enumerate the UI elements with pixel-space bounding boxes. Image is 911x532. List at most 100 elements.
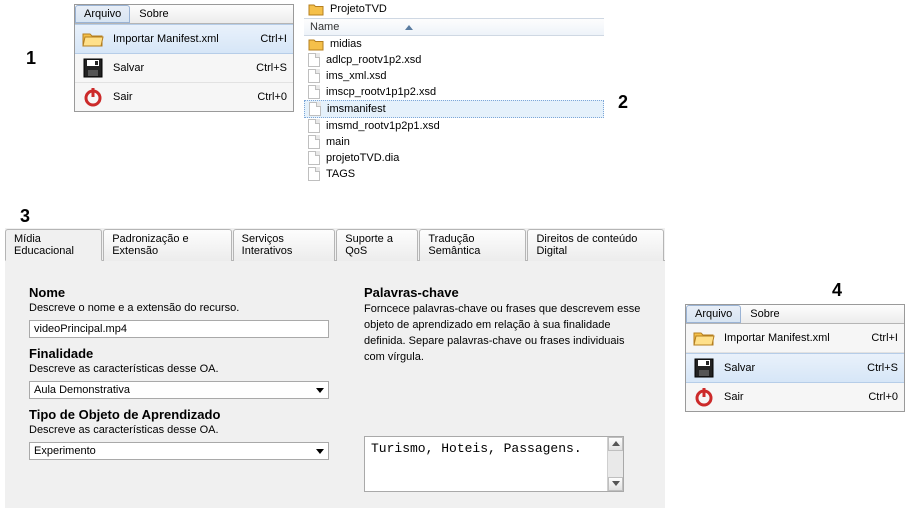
palavras-desc: Forncece palavras-chave ou frases que de…: [364, 302, 641, 366]
file-name: main: [326, 136, 350, 148]
menu-item-import[interactable]: Importar Manifest.xml Ctrl+I: [75, 24, 293, 54]
finalidade-select[interactable]: Aula Demonstrativa: [29, 381, 329, 399]
file-row-folder[interactable]: midias: [304, 36, 604, 52]
file-row[interactable]: TAGS: [304, 166, 604, 182]
section-number-2: 2: [618, 92, 628, 113]
menubar: Arquivo Sobre: [686, 305, 904, 324]
menu-item-exit[interactable]: Sair Ctrl+0: [686, 383, 904, 411]
file-name: ims_xml.xsd: [326, 70, 387, 82]
document-icon: [308, 69, 320, 83]
save-icon: [692, 358, 716, 378]
file-name: midias: [330, 38, 362, 50]
power-icon: [81, 87, 105, 107]
document-icon: [308, 53, 320, 67]
file-row[interactable]: imsmd_rootv1p2p1.xsd: [304, 118, 604, 134]
finalidade-desc: Descreve as características desse OA.: [29, 363, 334, 375]
list-header[interactable]: Name: [304, 18, 604, 36]
document-icon: [309, 102, 321, 116]
menu-tab-arquivo[interactable]: Arquivo: [75, 5, 130, 23]
file-browser: ProjetoTVD Name midias adlcp_rootv1p2.xs…: [304, 0, 604, 182]
menu-item-label: Sair: [724, 391, 860, 403]
menu-item-shortcut: Ctrl+S: [867, 362, 898, 374]
file-name: imsmanifest: [327, 103, 386, 115]
finalidade-value: Aula Demonstrativa: [34, 384, 130, 396]
nome-desc: Descreve o nome e a extensão do recurso.: [29, 302, 334, 314]
save-icon: [81, 58, 105, 78]
tipo-value: Experimento: [34, 445, 96, 457]
menu-item-import[interactable]: Importar Manifest.xml Ctrl+I: [686, 324, 904, 353]
palavras-title: Palavras-chave: [364, 285, 641, 300]
menu-tab-sobre[interactable]: Sobre: [130, 5, 177, 23]
document-icon: [308, 167, 320, 181]
tab-servicos[interactable]: Serviços Interativos: [233, 229, 336, 261]
folder-open-icon: [692, 328, 716, 348]
menu-item-label: Sair: [113, 91, 249, 103]
scroll-up-button[interactable]: [608, 437, 623, 451]
tab-midia[interactable]: Mídia Educacional: [5, 229, 102, 261]
folder-icon: [308, 37, 324, 51]
menu-panel-4: Arquivo Sobre Importar Manifest.xml Ctrl…: [685, 304, 905, 412]
finalidade-title: Finalidade: [29, 346, 334, 361]
menu-item-save[interactable]: Salvar Ctrl+S: [75, 54, 293, 83]
file-row[interactable]: main: [304, 134, 604, 150]
folder-open-icon: [81, 29, 105, 49]
file-name: projetoTVD.dia: [326, 152, 399, 164]
tab-bar: Mídia Educacional Padronização e Extensã…: [5, 228, 665, 261]
document-icon: [308, 135, 320, 149]
section-number-3: 3: [20, 206, 30, 227]
menu-tab-arquivo[interactable]: Arquivo: [686, 305, 741, 323]
tab-padronizacao[interactable]: Padronização e Extensão: [103, 229, 231, 261]
menu-item-label: Importar Manifest.xml: [113, 33, 252, 45]
chevron-down-icon: [316, 449, 324, 454]
path-row[interactable]: ProjetoTVD: [304, 0, 604, 18]
tab-direitos[interactable]: Direitos de conteúdo Digital: [527, 229, 664, 261]
nome-title: Nome: [29, 285, 334, 300]
tab-qos[interactable]: Suporte a QoS: [336, 229, 418, 261]
file-row[interactable]: imscp_rootv1p1p2.xsd: [304, 84, 604, 100]
document-icon: [308, 119, 320, 133]
file-name: adlcp_rootv1p2.xsd: [326, 54, 421, 66]
form-panel: Mídia Educacional Padronização e Extensã…: [5, 228, 665, 508]
tipo-desc: Descreve as características desse OA.: [29, 424, 334, 436]
document-icon: [308, 151, 320, 165]
chevron-down-icon: [316, 388, 324, 393]
file-list: midias adlcp_rootv1p2.xsd ims_xml.xsd im…: [304, 36, 604, 182]
menu-item-label: Salvar: [113, 62, 248, 74]
triangle-down-icon: [612, 481, 620, 486]
file-row[interactable]: adlcp_rootv1p2.xsd: [304, 52, 604, 68]
menu-item-exit[interactable]: Sair Ctrl+0: [75, 83, 293, 111]
tab-traducao[interactable]: Tradução Semântica: [419, 229, 526, 261]
scrollbar[interactable]: [607, 437, 623, 491]
sort-arrow-icon: [405, 25, 413, 30]
triangle-up-icon: [612, 441, 620, 446]
nome-input[interactable]: [29, 320, 329, 338]
menu-item-label: Importar Manifest.xml: [724, 332, 863, 344]
menu-item-shortcut: Ctrl+I: [260, 33, 287, 45]
file-name: imsmd_rootv1p2p1.xsd: [326, 120, 440, 132]
section-number-1: 1: [26, 48, 36, 69]
power-icon: [692, 387, 716, 407]
file-row[interactable]: projetoTVD.dia: [304, 150, 604, 166]
menubar: Arquivo Sobre: [75, 5, 293, 24]
file-name: TAGS: [326, 168, 355, 180]
tipo-title: Tipo de Objeto de Aprendizado: [29, 407, 334, 422]
menu-item-label: Salvar: [724, 362, 859, 374]
file-name: imscp_rootv1p1p2.xsd: [326, 86, 436, 98]
menu-panel-1: Arquivo Sobre Importar Manifest.xml Ctrl…: [74, 4, 294, 112]
menu-item-shortcut: Ctrl+0: [868, 391, 898, 403]
palavras-textarea[interactable]: [365, 437, 607, 491]
path-label: ProjetoTVD: [330, 3, 387, 15]
file-row-selected[interactable]: imsmanifest: [304, 100, 604, 118]
section-number-4: 4: [832, 280, 842, 301]
menu-item-shortcut: Ctrl+S: [256, 62, 287, 74]
palavras-textarea-wrap: [364, 436, 624, 492]
column-name: Name: [310, 21, 339, 33]
file-row[interactable]: ims_xml.xsd: [304, 68, 604, 84]
document-icon: [308, 85, 320, 99]
menu-item-save[interactable]: Salvar Ctrl+S: [686, 353, 904, 383]
menu-tab-sobre[interactable]: Sobre: [741, 305, 788, 323]
tipo-select[interactable]: Experimento: [29, 442, 329, 460]
menu-item-shortcut: Ctrl+I: [871, 332, 898, 344]
scroll-down-button[interactable]: [608, 477, 623, 491]
folder-icon: [308, 2, 324, 16]
